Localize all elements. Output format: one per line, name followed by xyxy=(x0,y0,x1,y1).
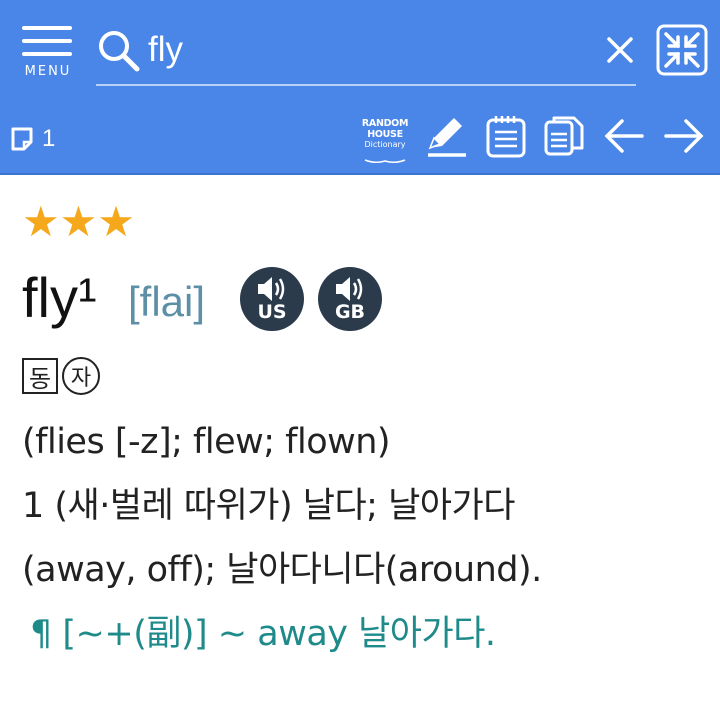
close-icon[interactable] xyxy=(604,34,636,66)
pencil-icon[interactable] xyxy=(422,112,470,160)
speaker-icon xyxy=(258,277,285,301)
star-icon: ★★★ xyxy=(22,197,135,246)
book-icon xyxy=(364,159,406,164)
top-toolbar: MENU 1 RANDOM HOUSE Dictionary xyxy=(0,0,720,175)
frequency-stars: ★★★ xyxy=(22,197,135,247)
inflected-forms: (flies [-z]; flew; flown) xyxy=(22,422,391,462)
menu-label: MENU xyxy=(24,64,72,79)
dictionary-logo[interactable]: RANDOM HOUSE Dictionary xyxy=(360,118,410,164)
speaker-icon xyxy=(336,277,363,301)
audio-gb-label: GB xyxy=(334,301,366,323)
search-input[interactable] xyxy=(148,26,568,74)
page-icon xyxy=(11,127,33,151)
pos-intransitive-badge: 자 xyxy=(62,357,100,395)
search-icon xyxy=(99,31,140,72)
notepad-icon[interactable] xyxy=(482,112,530,160)
search-underline xyxy=(96,84,636,86)
compress-icon[interactable] xyxy=(656,24,708,76)
arrow-left-icon[interactable] xyxy=(600,112,648,160)
pos-verb-badge: 동 xyxy=(22,358,58,394)
audio-us-button[interactable]: US xyxy=(240,267,304,331)
pronunciation: [flai] xyxy=(128,278,206,325)
arrow-right-icon[interactable] xyxy=(660,112,708,160)
dictionary-logo-line2: HOUSE xyxy=(367,129,403,140)
part-of-speech: 동 자 xyxy=(22,357,100,395)
definition-line-2: (away, off); 날아다니다(around). xyxy=(22,550,542,590)
audio-gb-button[interactable]: GB xyxy=(318,267,382,331)
hamburger-icon-line xyxy=(22,39,72,43)
hamburger-icon-line xyxy=(22,26,72,30)
hamburger-icon-line xyxy=(22,52,72,56)
copy-icon[interactable] xyxy=(540,112,588,160)
definition-line-1: 1 (새·벌레 따위가) 날다; 날아가다 xyxy=(22,486,515,526)
page-count: 1 xyxy=(42,125,56,152)
page-counter[interactable]: 1 xyxy=(10,124,55,154)
dictionary-logo-line1: RANDOM xyxy=(361,118,409,129)
usage-example: ¶ [~+(副)] ~ away 날아가다. xyxy=(30,614,496,654)
headword: fly¹ xyxy=(22,266,97,329)
dictionary-logo-line3: Dictionary xyxy=(364,140,406,149)
entry-content: ★★★ fly¹ [flai] US GB 동 자 (flies [-z]; f… xyxy=(0,175,720,716)
search-bar xyxy=(96,20,636,86)
menu-button[interactable]: MENU xyxy=(18,24,78,84)
audio-us-label: US xyxy=(257,301,287,323)
